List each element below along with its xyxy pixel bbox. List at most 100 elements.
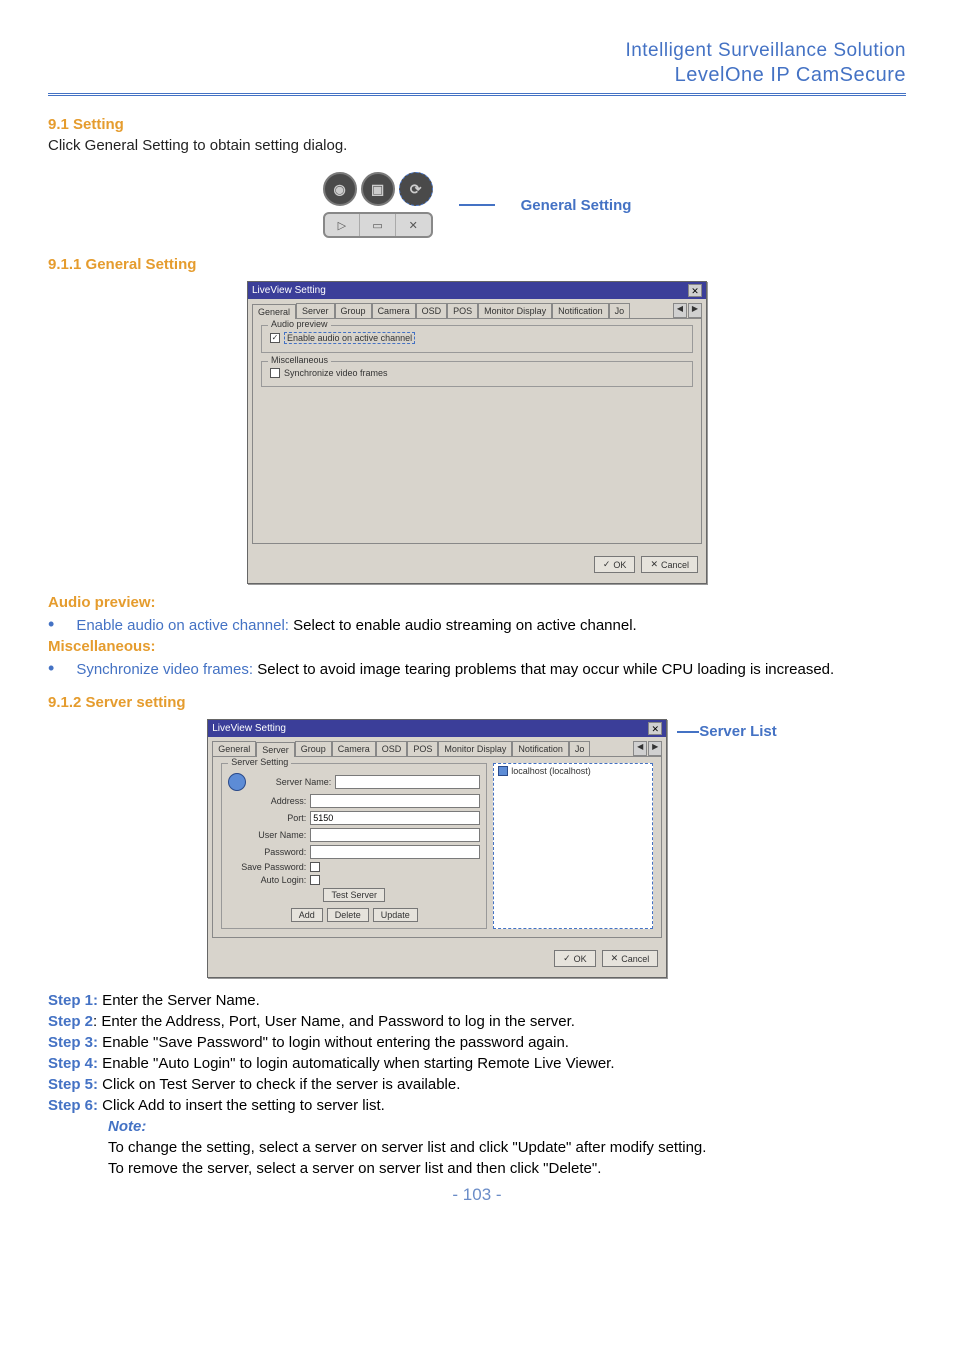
tab-monitor[interactable]: Monitor Display [438,741,512,756]
note-label: Note: [108,1118,146,1135]
cancel-button[interactable]: ✕Cancel [641,556,698,573]
intro-9-1: Click General Setting to obtain setting … [48,137,906,154]
liveview-server-dialog: LiveView Setting ✕ General Server Group … [207,719,667,978]
general-setting-figure: ◉ ▣ ⟳ ▷ ▭ ✕ General Setting [48,172,906,238]
record-icon: ◉ [323,172,357,206]
ok-button[interactable]: ✓OK [594,556,636,573]
close-icon: ✕ [396,214,431,236]
tab-group[interactable]: Group [295,741,332,756]
server-setting-group: Server Setting [228,757,291,767]
dialog-title: LiveView Setting [212,723,286,734]
step6-label: Step 6: [48,1097,98,1114]
heading-9-1-2: 9.1.2 Server setting [48,694,906,711]
server-list-item[interactable]: localhost (localhost) [511,766,591,776]
note-text-1: To change the setting, select a server o… [108,1137,906,1158]
tab-scroll-right[interactable]: ▶ [648,741,662,756]
misc-bullet-label: Synchronize video frames: [76,661,253,678]
bullet-icon: • [48,615,54,636]
address-input[interactable] [310,794,480,808]
step2-label: Step 2 [48,1013,93,1030]
step6-text: Click Add to insert the setting to serve… [98,1097,385,1114]
update-button[interactable]: Update [373,908,418,922]
sync-frames-checkbox[interactable] [270,368,280,378]
cancel-button[interactable]: ✕Cancel [602,950,659,967]
heading-9-1: 9.1 Setting [48,116,906,133]
address-label: Address: [228,796,306,806]
username-label: User Name: [228,830,306,840]
server-name-label: Server Name: [253,777,331,787]
callout-connector [677,731,699,733]
delete-button[interactable]: Delete [327,908,369,922]
tab-server[interactable]: Server [296,303,335,318]
tab-general[interactable]: General [212,741,256,756]
tab-jo[interactable]: Jo [569,741,591,756]
audio-preview-heading: Audio preview: [48,594,906,611]
tab-notification[interactable]: Notification [512,741,569,756]
step1-text: Enter the Server Name. [98,992,260,1009]
media-icon: ▣ [361,172,395,206]
test-server-button[interactable]: Test Server [323,888,385,902]
tab-scroll-left[interactable]: ◀ [633,741,647,756]
auto-login-label: Auto Login: [228,875,306,885]
sync-frames-label: Synchronize video frames [284,368,388,378]
auto-login-checkbox[interactable] [310,875,320,885]
port-label: Port: [228,813,306,823]
dialog-tabs: General Server Group Camera OSD POS Moni… [248,299,706,318]
step4-text: Enable "Auto Login" to login automatical… [98,1055,615,1072]
host-icon [498,766,508,776]
tab-notification[interactable]: Notification [552,303,609,318]
globe-icon [228,773,246,791]
dialog-close-button[interactable]: ✕ [648,722,662,735]
callout-server-list: Server List [699,723,777,740]
misc-bullet-text: Select to avoid image tearing problems t… [253,661,834,678]
username-input[interactable] [310,828,480,842]
tab-camera[interactable]: Camera [372,303,416,318]
tab-jo[interactable]: Jo [609,303,631,318]
audio-bullet-label: Enable audio on active channel: [76,617,289,634]
port-input[interactable] [310,811,480,825]
step5-text: Click on Test Server to check if the ser… [98,1076,460,1093]
steps-block: Step 1: Enter the Server Name. Step 2: E… [48,990,906,1179]
stop-icon: ▭ [360,214,396,236]
tab-scroll-right[interactable]: ▶ [688,303,702,318]
header-line2: LevelOne IP CamSecure [48,64,906,87]
dialog-close-button[interactable]: ✕ [688,284,702,297]
general-setting-icon[interactable]: ⟳ [399,172,433,206]
save-password-label: Save Password: [228,862,306,872]
add-button[interactable]: Add [291,908,323,922]
header-line1: Intelligent Surveillance Solution [48,40,906,62]
callout-general-setting: General Setting [521,197,632,214]
step3-label: Step 3: [48,1034,98,1051]
enable-audio-checkbox[interactable]: ✓ [270,333,280,343]
group-audio-preview: Audio preview [268,319,331,329]
tab-pos[interactable]: POS [407,741,438,756]
group-misc: Miscellaneous [268,355,331,365]
step1-label: Step 1: [48,992,98,1009]
tab-server[interactable]: Server [256,742,295,757]
tab-osd[interactable]: OSD [376,741,408,756]
save-password-checkbox[interactable] [310,862,320,872]
step4-label: Step 4: [48,1055,98,1072]
step5-label: Step 5: [48,1076,98,1093]
tab-pos[interactable]: POS [447,303,478,318]
enable-audio-label: Enable audio on active channel [284,332,415,344]
server-list-box[interactable]: localhost (localhost) [493,763,653,929]
liveview-general-dialog: LiveView Setting ✕ General Server Group … [247,281,707,584]
tab-group[interactable]: Group [335,303,372,318]
tab-general[interactable]: General [252,304,296,319]
step2-text: : Enter the Address, Port, User Name, an… [93,1013,575,1030]
tab-camera[interactable]: Camera [332,741,376,756]
bullet-icon: • [48,659,54,680]
audio-bullet: • Enable audio on active channel: Select… [48,615,906,636]
tab-osd[interactable]: OSD [416,303,448,318]
password-input[interactable] [310,845,480,859]
note-text-2: To remove the server, select a server on… [108,1158,906,1179]
play-icon: ▷ [325,214,361,236]
misc-bullet: • Synchronize video frames: Select to av… [48,659,906,680]
heading-9-1-1: 9.1.1 General Setting [48,256,906,273]
tab-scroll-left[interactable]: ◀ [673,303,687,318]
dialog-title: LiveView Setting [252,285,326,296]
tab-monitor[interactable]: Monitor Display [478,303,552,318]
ok-button[interactable]: ✓OK [554,950,596,967]
server-name-input[interactable] [335,775,480,789]
